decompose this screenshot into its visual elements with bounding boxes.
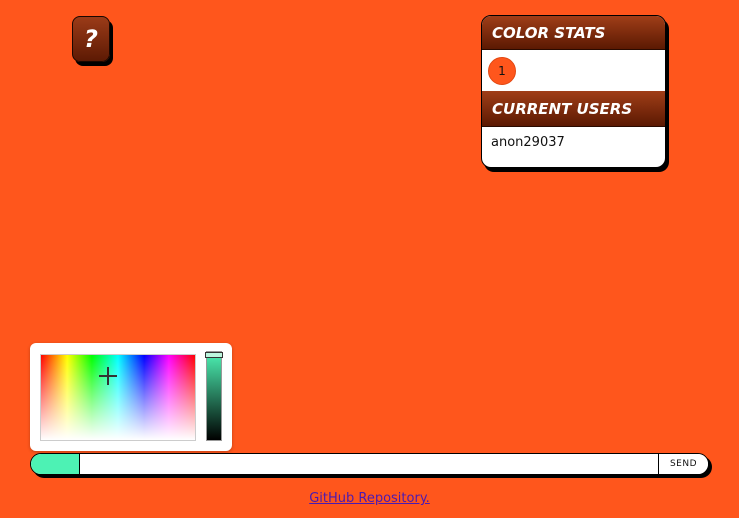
slider-handle[interactable]	[205, 352, 223, 358]
color-picker	[30, 343, 232, 451]
current-users-header: CURRENT USERS	[482, 91, 665, 127]
color-stats-header: COLOR STATS	[482, 16, 665, 50]
color-stats-body: 1	[482, 50, 665, 91]
github-link[interactable]: GitHub Repository.	[0, 491, 739, 506]
chat-input[interactable]	[80, 454, 658, 474]
users-list: anon29037	[482, 127, 665, 158]
send-button[interactable]: SEND	[658, 454, 708, 474]
color-count-badge: 1	[488, 56, 516, 85]
help-button[interactable]: ?	[72, 16, 110, 62]
crosshair-icon[interactable]	[99, 367, 117, 385]
brightness-slider[interactable]	[205, 351, 223, 441]
stats-panel: COLOR STATS 1 CURRENT USERS anon29037	[481, 15, 666, 168]
user-item: anon29037	[491, 135, 565, 150]
selected-color-swatch[interactable]	[31, 454, 80, 474]
hue-saturation-area[interactable]	[40, 354, 196, 441]
chat-bar: SEND	[30, 453, 709, 475]
